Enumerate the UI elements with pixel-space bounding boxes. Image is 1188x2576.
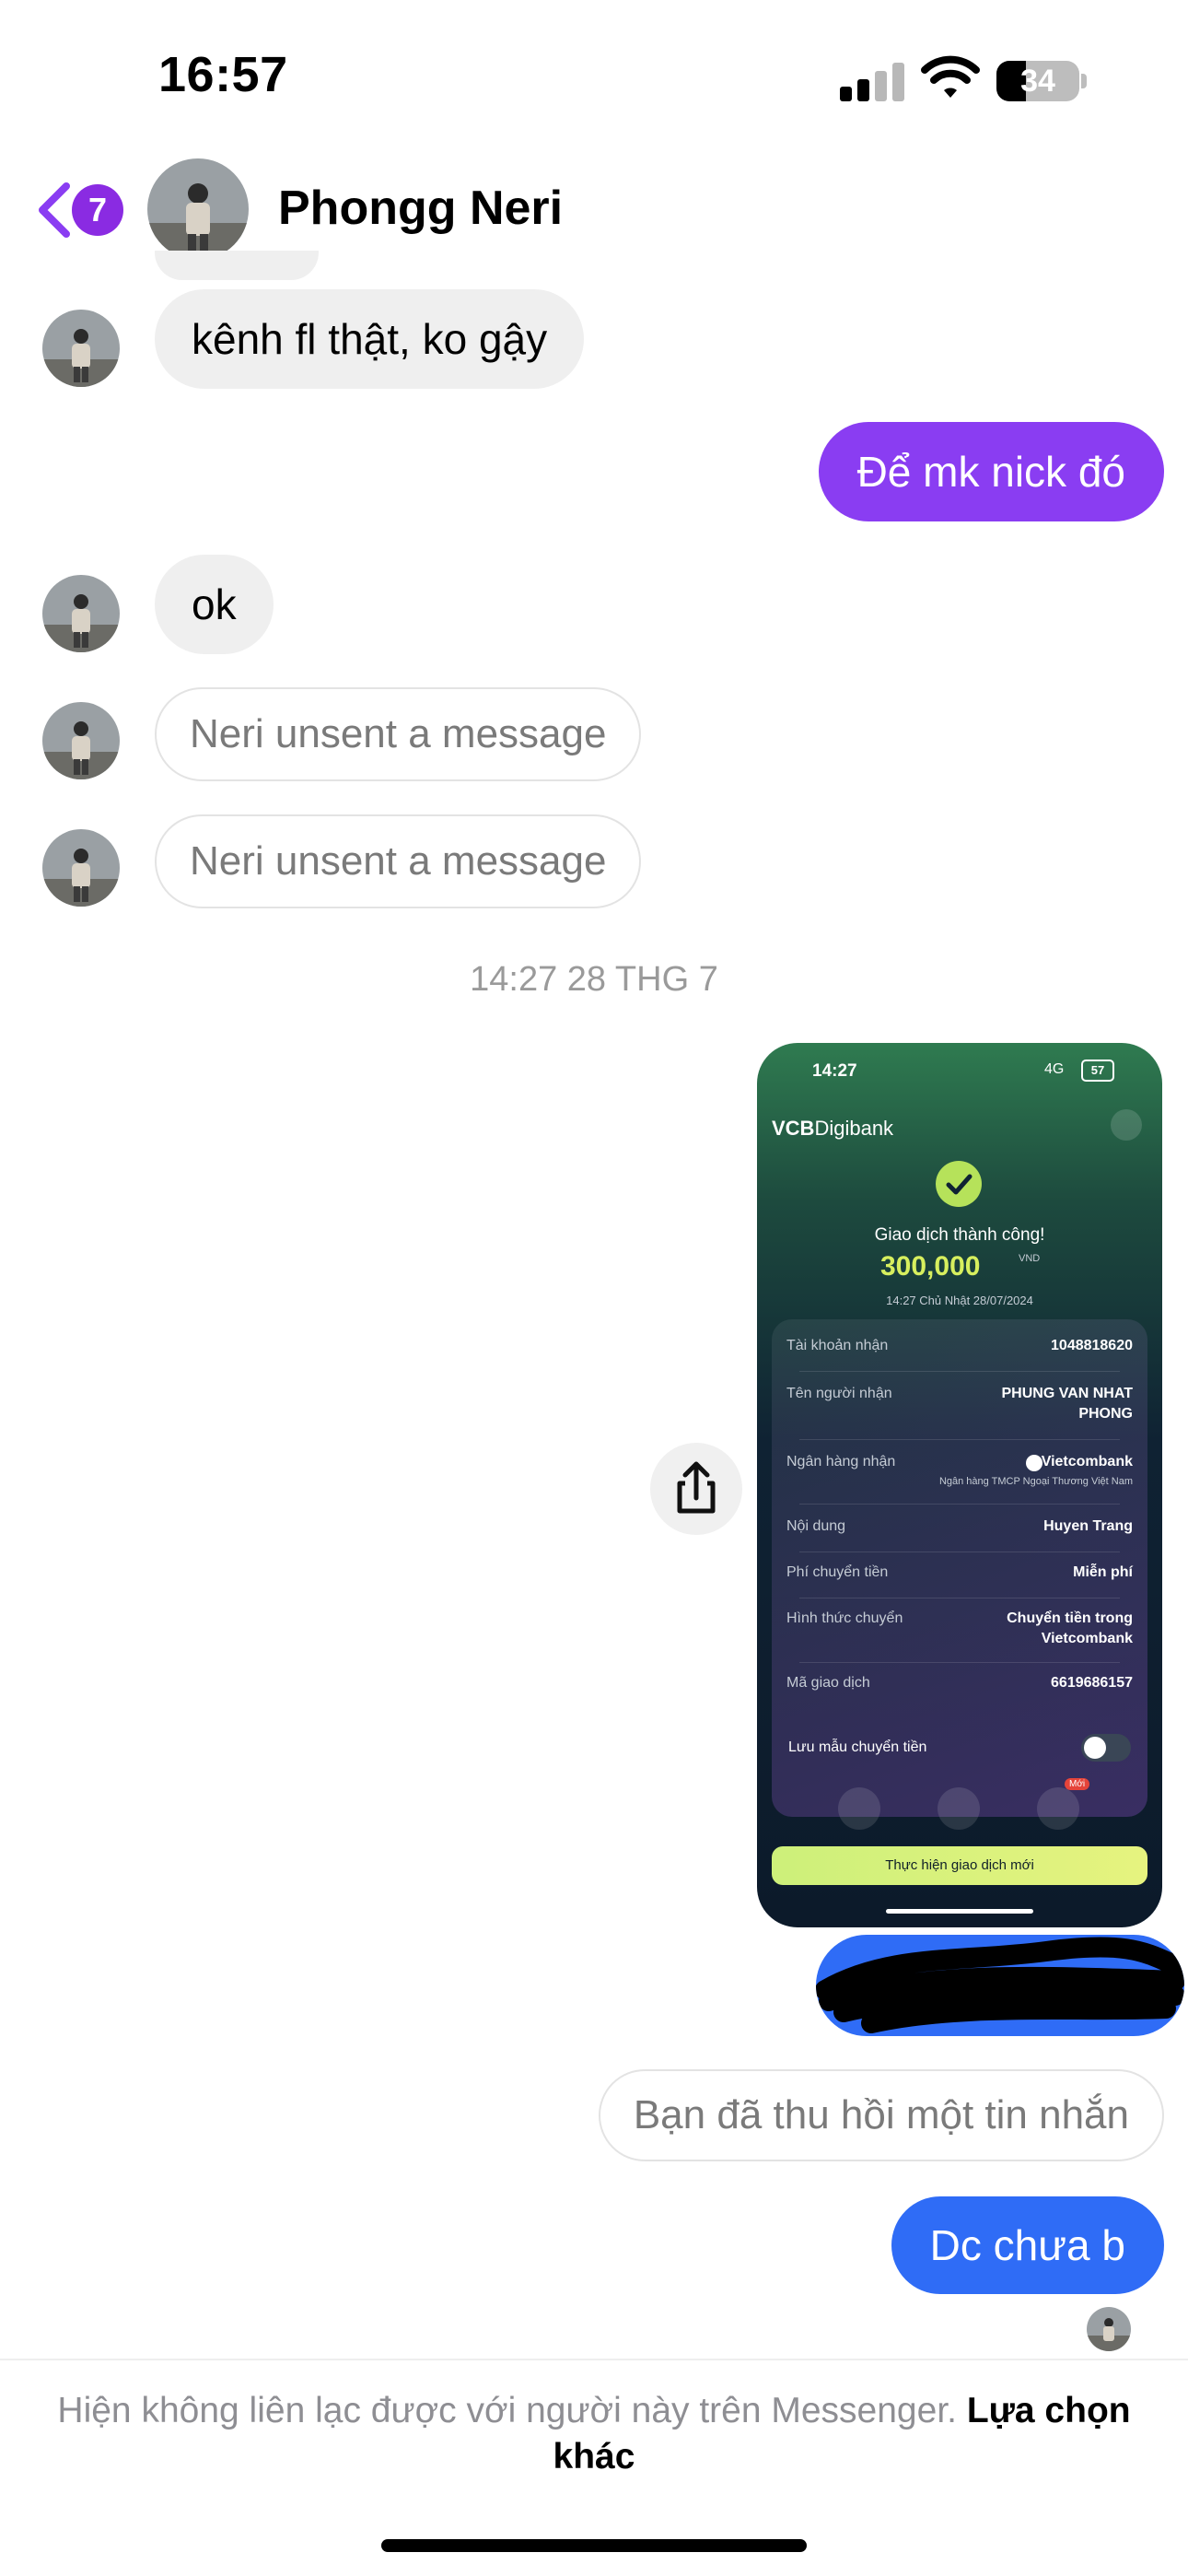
message-bubble-outgoing[interactable]: Để mk nick đó bbox=[818, 422, 1164, 521]
share-receipt-icon bbox=[838, 1787, 880, 1830]
vcb-digibank-logo: VCBDigibank bbox=[772, 1117, 893, 1141]
detail-value: Miễn phí bbox=[1073, 1564, 1133, 1580]
detail-value-line2: PHONG bbox=[1078, 1406, 1133, 1422]
row-divider bbox=[799, 1551, 1120, 1552]
save-image-icon bbox=[938, 1787, 980, 1830]
receipt-status-time: 14:27 bbox=[812, 1061, 857, 1081]
transfer-amount: 300,000 bbox=[880, 1251, 981, 1282]
detail-value: Vietcombank bbox=[1041, 1454, 1133, 1469]
detail-label: Tên người nhận bbox=[786, 1386, 892, 1401]
receipt-home-indicator bbox=[886, 1909, 1033, 1914]
row-divider bbox=[799, 1439, 1120, 1440]
detail-label: Hình thức chuyển bbox=[786, 1610, 903, 1626]
sender-avatar[interactable] bbox=[42, 702, 120, 779]
home-indicator bbox=[381, 2539, 807, 2552]
detail-label: Phí chuyển tiền bbox=[786, 1564, 889, 1580]
detail-value: 1048818620 bbox=[1051, 1338, 1133, 1353]
currency-label: VND bbox=[1019, 1253, 1041, 1264]
share-button[interactable] bbox=[650, 1443, 742, 1535]
detail-value: Huyen Trang bbox=[1043, 1518, 1133, 1534]
unread-count-badge[interactable]: 7 bbox=[72, 184, 123, 236]
save-template-label: Lưu mẫu chuyển tiền bbox=[788, 1739, 927, 1755]
footer-divider bbox=[0, 2359, 1188, 2360]
message-bubble-incoming[interactable]: kênh fl thật, ko gậy bbox=[155, 289, 585, 389]
detail-label: Mã giao dịch bbox=[786, 1675, 870, 1691]
sender-avatar[interactable] bbox=[42, 310, 120, 387]
new-badge: Mới bbox=[1065, 1778, 1090, 1790]
detail-value-line2: Vietcombank bbox=[1041, 1631, 1133, 1646]
unsent-message-notice: Bạn đã thu hồi một tin nhắn bbox=[598, 2069, 1164, 2161]
detail-value-line2: Ngân hàng TMCP Ngoại Thương Việt Nam bbox=[938, 1476, 1133, 1487]
wifi-icon bbox=[921, 55, 980, 98]
detail-value: 6619686157 bbox=[1051, 1675, 1133, 1691]
transfer-datetime: 14:27 Chủ Nhật 28/07/2024 bbox=[886, 1294, 1033, 1307]
unsent-message-notice: Neri unsent a message bbox=[155, 814, 642, 908]
status-time: 16:57 bbox=[158, 47, 288, 102]
cellular-signal-icon bbox=[840, 61, 904, 101]
detail-label: Ngân hàng nhận bbox=[786, 1454, 896, 1469]
sender-avatar[interactable] bbox=[42, 829, 120, 907]
unsent-message-notice: Neri unsent a message bbox=[155, 687, 642, 781]
share-icon bbox=[677, 1461, 716, 1514]
row-divider bbox=[799, 1371, 1120, 1372]
battery-level: 34 bbox=[1020, 64, 1055, 99]
vietcombank-logo-icon bbox=[1026, 1455, 1042, 1471]
receipt-battery: 57 bbox=[1081, 1060, 1114, 1082]
logo-text: Digibank bbox=[814, 1117, 894, 1140]
battery-cap bbox=[1081, 74, 1087, 88]
message-bubble-outgoing[interactable]: Dc chưa b bbox=[891, 2196, 1164, 2294]
receipt-list-icon bbox=[1037, 1787, 1079, 1830]
receipt-network: 4G bbox=[1044, 1061, 1065, 1077]
conversation-timestamp: 14:27 28 THG 7 bbox=[470, 960, 718, 999]
message-bubble-outgoing-redacted[interactable] bbox=[816, 1935, 1184, 2036]
row-divider bbox=[799, 1662, 1120, 1663]
contact-avatar[interactable] bbox=[147, 158, 249, 260]
sender-avatar[interactable] bbox=[42, 575, 120, 652]
row-divider bbox=[799, 1504, 1120, 1505]
unavailable-notice-text: Hiện không liên lạc được với người này t… bbox=[57, 2391, 957, 2430]
success-check-icon bbox=[936, 1161, 982, 1207]
message-bubble-incoming[interactable]: ok bbox=[155, 555, 274, 654]
detail-label: Nội dung bbox=[786, 1518, 846, 1534]
detail-value: PHUNG VAN NHAT bbox=[1001, 1386, 1133, 1401]
logo-bold-text: VCB bbox=[772, 1117, 815, 1140]
unavailable-notice: Hiện không liên lạc được với người này t… bbox=[55, 2388, 1133, 2480]
new-transaction-button: Thực hiện giao dịch mới bbox=[772, 1846, 1147, 1885]
save-template-toggle bbox=[1081, 1734, 1131, 1762]
redaction-scribble bbox=[816, 1937, 1184, 2033]
message-bubble-partial bbox=[155, 251, 319, 280]
detail-value: Chuyển tiền trong bbox=[1007, 1610, 1133, 1626]
contact-name[interactable]: Phongg Neri bbox=[278, 181, 563, 236]
detail-label: Tài khoản nhận bbox=[786, 1338, 889, 1353]
battery-icon: 34 bbox=[996, 61, 1079, 101]
shared-image-transfer-receipt[interactable]: 14:27 4G 57 VCBDigibank Giao dịch thành … bbox=[757, 1043, 1162, 1927]
back-chevron-icon[interactable] bbox=[35, 181, 72, 240]
read-receipt-avatar bbox=[1087, 2307, 1131, 2351]
success-text: Giao dịch thành công! bbox=[874, 1225, 1045, 1245]
receipt-home-icon bbox=[1111, 1109, 1142, 1141]
